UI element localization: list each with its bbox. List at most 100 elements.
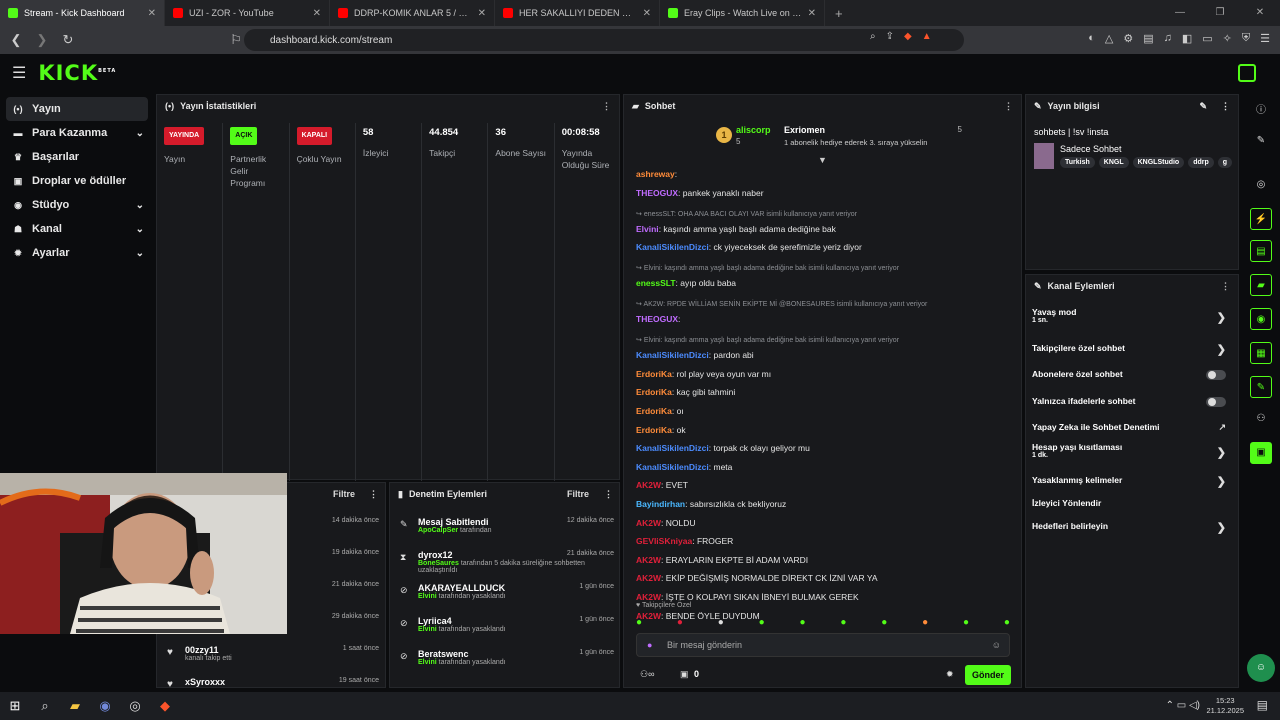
chat-username[interactable]: Elvini <box>636 224 659 234</box>
toggle-switch[interactable] <box>1206 370 1226 380</box>
maximize-icon[interactable]: ❐ <box>1200 0 1240 26</box>
chevron-down-icon[interactable]: ⌄ <box>136 248 144 259</box>
send-button[interactable]: Gönder <box>965 665 1011 685</box>
chat-username[interactable]: enessSLT <box>636 278 676 288</box>
chat-input[interactable]: ● Bir mesaj gönderin ☺ <box>636 633 1010 657</box>
chat-username[interactable]: AK2W <box>636 592 661 602</box>
chat-message[interactable]: AK2W: İŞTE O KOLPAYI SIKAN İBNEYİ BULMAK… <box>636 592 859 602</box>
chat-username[interactable]: THEOGUX <box>636 314 678 324</box>
emote-icon[interactable]: ● <box>840 617 846 628</box>
channel-action-row[interactable]: İzleyici Yönlendir <box>1032 498 1232 508</box>
lightning-icon[interactable]: ⚡ <box>1250 208 1272 230</box>
brave-shield-icon[interactable]: ◆ <box>904 31 912 42</box>
film-icon[interactable]: ▣ <box>1250 442 1272 464</box>
sidebar-item[interactable]: (•) Yayın <box>6 97 148 121</box>
chat-username[interactable]: AK2W <box>636 555 661 565</box>
more-options-icon[interactable]: ⋮ <box>1221 281 1230 292</box>
media-icon[interactable]: ♫ <box>1164 32 1172 45</box>
chat-username[interactable]: KanaliSikilenDizci <box>636 350 709 360</box>
chevron-right-icon[interactable]: ❯ <box>1217 446 1226 459</box>
emote-icon[interactable]: ● <box>759 617 765 628</box>
share-icon[interactable]: ⇪ <box>886 31 894 42</box>
emote-icon[interactable]: ● <box>800 617 806 628</box>
channel-action-row[interactable]: Yavaş mod 1 sn. ❯ <box>1032 307 1232 324</box>
chat-settings-icon[interactable]: ✹ <box>946 669 954 680</box>
address-bar[interactable]: dashboard.kick.com/stream <box>244 29 964 51</box>
tab-close-icon[interactable]: ✕ <box>643 8 651 19</box>
wallet-icon[interactable]: ▭ <box>1202 32 1212 45</box>
tab-close-icon[interactable]: ✕ <box>808 8 816 19</box>
points-icon[interactable]: ▣ <box>680 669 689 680</box>
sidebar-item[interactable]: ♛ Başarılar <box>6 145 148 169</box>
moderation-filter-button[interactable]: Filtre <box>567 489 589 499</box>
chat-username[interactable]: AK2W <box>636 480 661 490</box>
brave-icon[interactable]: ◆ <box>150 698 180 714</box>
channel-action-row[interactable]: Hedefleri belirleyin ❯ <box>1032 521 1232 534</box>
pinned-gift-leaderboard[interactable]: 1 aliscorp 5 Exriomen 5 1 abonelik hediy… <box>716 125 962 153</box>
leo-icon[interactable]: ✧ <box>1223 32 1232 45</box>
notifications-icon[interactable]: ▤ <box>1257 698 1268 712</box>
chat-username[interactable]: AK2W <box>636 573 661 583</box>
search-icon[interactable]: ⌕ <box>30 698 60 714</box>
chat-username[interactable]: ashreway <box>636 169 675 179</box>
minimize-icon[interactable]: — <box>1160 0 1200 26</box>
chevron-right-icon[interactable]: ❯ <box>1217 521 1226 534</box>
chat-username[interactable]: ErdoriKa <box>636 387 672 397</box>
emote-icon[interactable]: ● <box>677 617 683 628</box>
file-explorer-icon[interactable]: ▰ <box>60 698 90 714</box>
chat-message[interactable]: KanaliSikilenDizci: torpak ck olayı geli… <box>636 443 810 453</box>
chat-username[interactable]: KanaliSikilenDizci <box>636 462 709 472</box>
chat-message[interactable]: ErdoriKa: oı <box>636 406 684 416</box>
chat-username[interactable]: Bayindirhan <box>636 499 685 509</box>
chevron-right-icon[interactable]: ❯ <box>1217 343 1226 356</box>
tab-close-icon[interactable]: ✕ <box>478 8 486 19</box>
channel-action-row[interactable]: Takipçilere özel sohbet ❯ <box>1032 343 1232 356</box>
kick-logo[interactable]: KICKBETA <box>38 61 116 85</box>
zoom-icon[interactable]: ⌕ <box>870 31 876 42</box>
chat-username[interactable]: GEVIiSKniyaa <box>636 536 692 546</box>
collapse-pinned-icon[interactable]: ▼ <box>818 155 827 165</box>
emote-icon[interactable]: ● <box>718 617 724 628</box>
chevron-down-icon[interactable]: ⌄ <box>136 128 144 139</box>
external-link-icon[interactable]: ↗ <box>1218 422 1226 433</box>
toggle-switch[interactable] <box>1206 397 1226 407</box>
more-options-icon[interactable]: ⋮ <box>1004 101 1013 112</box>
channel-action-row[interactable]: Yasaklanmış kelimeler ❯ <box>1032 475 1232 488</box>
chat-message[interactable]: ashreway: <box>636 169 677 179</box>
menu-icon[interactable]: ☰ <box>1260 32 1270 45</box>
system-tray[interactable]: ⌃ ▭ ◁) <box>1166 700 1200 711</box>
chat-message[interactable]: ErdoriKa: rol play veya oyun var mı <box>636 369 771 379</box>
extension-icon[interactable]: ◐ <box>1088 32 1095 45</box>
back-icon[interactable]: ❮ <box>6 32 26 48</box>
browser-tab[interactable]: Stream - Kick Dashboard ✕ <box>0 0 165 26</box>
chat-message[interactable]: AK2W: ERAYLARIN EKPTE Bİ ADAM VARDI <box>636 555 808 565</box>
chat-username[interactable]: ErdoriKa <box>636 425 672 435</box>
info-icon[interactable]: ⓘ <box>1250 100 1272 122</box>
chat-username[interactable]: ErdoriKa <box>636 406 672 416</box>
document-icon[interactable]: ▤ <box>1250 240 1272 262</box>
windows-start-icon[interactable]: ⊞ <box>0 698 30 714</box>
extension-icon[interactable]: △ <box>1105 32 1113 45</box>
support-icon[interactable]: ☺ <box>1247 654 1275 682</box>
new-tab-icon[interactable]: + <box>825 0 853 26</box>
emote-icon[interactable]: ● <box>922 617 928 628</box>
system-clock[interactable]: 15:23 21.12.2025 <box>1206 696 1244 716</box>
chat-username[interactable]: KanaliSikilenDizci <box>636 242 709 252</box>
sidebar-item[interactable]: ▣ Droplar ve ödüller <box>6 169 148 193</box>
tag-chip[interactable]: ddrp <box>1188 157 1214 168</box>
channel-action-row[interactable]: Hesap yaşı kısıtlaması 1 dk. ❯ <box>1032 442 1232 459</box>
chat-message[interactable]: Elvini: kaşındı amma yaşlı başlı adama d… <box>636 224 836 234</box>
emote-icon[interactable]: ● <box>1004 617 1010 628</box>
chat-message[interactable]: THEOGUX: <box>636 314 680 324</box>
channel-action-row[interactable]: Abonelere özel sohbet <box>1032 369 1232 380</box>
chat-message[interactable]: ErdoriKa: kaç gibi tahmini <box>636 387 735 397</box>
microphone-icon[interactable]: ● <box>647 640 652 650</box>
chat-message[interactable]: AK2W: EKİP DEĞİŞMİŞ NORMALDE DİREKT CK İ… <box>636 573 878 583</box>
chat-message[interactable]: THEOGUX: pankek yanaklı naber <box>636 188 764 198</box>
extension-icon[interactable]: ⚙ <box>1123 32 1133 45</box>
chat-message[interactable]: KanaliSikilenDizci: pardon abi <box>636 350 754 360</box>
bookmark-icon[interactable]: ⚐ <box>226 32 246 48</box>
hamburger-menu-icon[interactable]: ☰ <box>12 63 26 83</box>
stack-icon[interactable]: ▦ <box>1250 342 1272 364</box>
sidebar-item[interactable]: ◉ Stüdyo ⌄ <box>6 193 148 217</box>
